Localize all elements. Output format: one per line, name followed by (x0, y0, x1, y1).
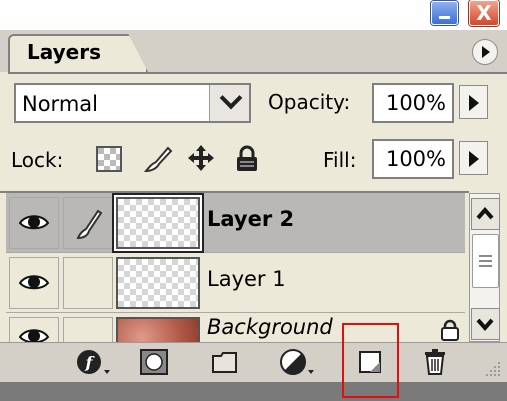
layer-name: Layer 2 (207, 207, 295, 231)
lock-image-pixels-icon[interactable] (142, 144, 174, 174)
add-layer-style-icon[interactable]: f (74, 348, 112, 376)
panel-divider (8, 72, 507, 74)
delete-layer-icon[interactable] (420, 348, 450, 376)
layer-thumbnail (116, 257, 200, 309)
grip-line (479, 265, 492, 267)
minimize-button[interactable] (431, 1, 458, 25)
eye-icon (18, 215, 50, 230)
new-adjustment-layer-icon[interactable] (278, 348, 316, 376)
eye-icon (18, 329, 50, 342)
grip-line (479, 255, 492, 257)
new-group-icon[interactable] (210, 348, 240, 376)
grip-line (479, 260, 492, 262)
layer-link-cell[interactable] (63, 317, 113, 342)
layer-row-layer-2[interactable]: Layer 2 (6, 193, 465, 253)
scroll-thumb[interactable] (472, 234, 499, 288)
resize-grip-icon[interactable] (482, 360, 502, 378)
layers-scrollbar[interactable] (469, 193, 500, 342)
layer-link-cell[interactable] (63, 257, 113, 309)
opacity-label: Opacity: (268, 90, 351, 114)
layer-row-layer-1[interactable]: Layer 1 (6, 253, 465, 313)
triangle-right-icon (469, 151, 479, 167)
fill-input[interactable]: 100% (372, 139, 454, 179)
fill-slider-button[interactable] (459, 141, 488, 175)
fill-label: Fill: (323, 148, 357, 172)
layer-link-cell[interactable] (63, 197, 113, 249)
blend-mode-value: Normal (22, 92, 98, 116)
scroll-up-button[interactable] (471, 198, 500, 230)
visibility-toggle[interactable] (9, 197, 59, 249)
lock-icon (441, 319, 459, 341)
triangle-right-icon (469, 95, 479, 111)
visibility-toggle[interactable] (9, 317, 59, 342)
add-layer-mask-icon[interactable] (139, 348, 169, 376)
lock-position-icon[interactable] (187, 144, 215, 172)
layer-thumbnail (116, 317, 200, 342)
scroll-down-button[interactable] (471, 308, 500, 340)
lock-label: Lock: (11, 148, 64, 172)
chevron-up-icon (476, 206, 494, 220)
brush-icon (76, 209, 103, 240)
lock-transparent-pixels-icon[interactable] (96, 146, 122, 172)
triangle-right-icon (482, 46, 490, 58)
opacity-input[interactable]: 100% (372, 83, 454, 123)
layer-name: Layer 1 (207, 267, 286, 291)
eye-icon (18, 275, 50, 290)
status-strip (0, 382, 507, 401)
highlight-box (342, 323, 399, 398)
chevron-down-icon (476, 318, 494, 332)
chevron-down-icon (219, 86, 243, 110)
visibility-toggle[interactable] (9, 257, 59, 309)
opacity-slider-button[interactable] (459, 85, 488, 119)
blend-mode-dropdown-button[interactable] (209, 85, 249, 121)
lock-all-icon[interactable] (235, 145, 259, 173)
layer-thumbnail (116, 197, 200, 249)
close-button[interactable]: X (469, 0, 499, 26)
tab-layers-label: Layers (27, 40, 101, 64)
layer-name: Background (207, 315, 333, 339)
panel-menu-button[interactable] (472, 39, 498, 65)
